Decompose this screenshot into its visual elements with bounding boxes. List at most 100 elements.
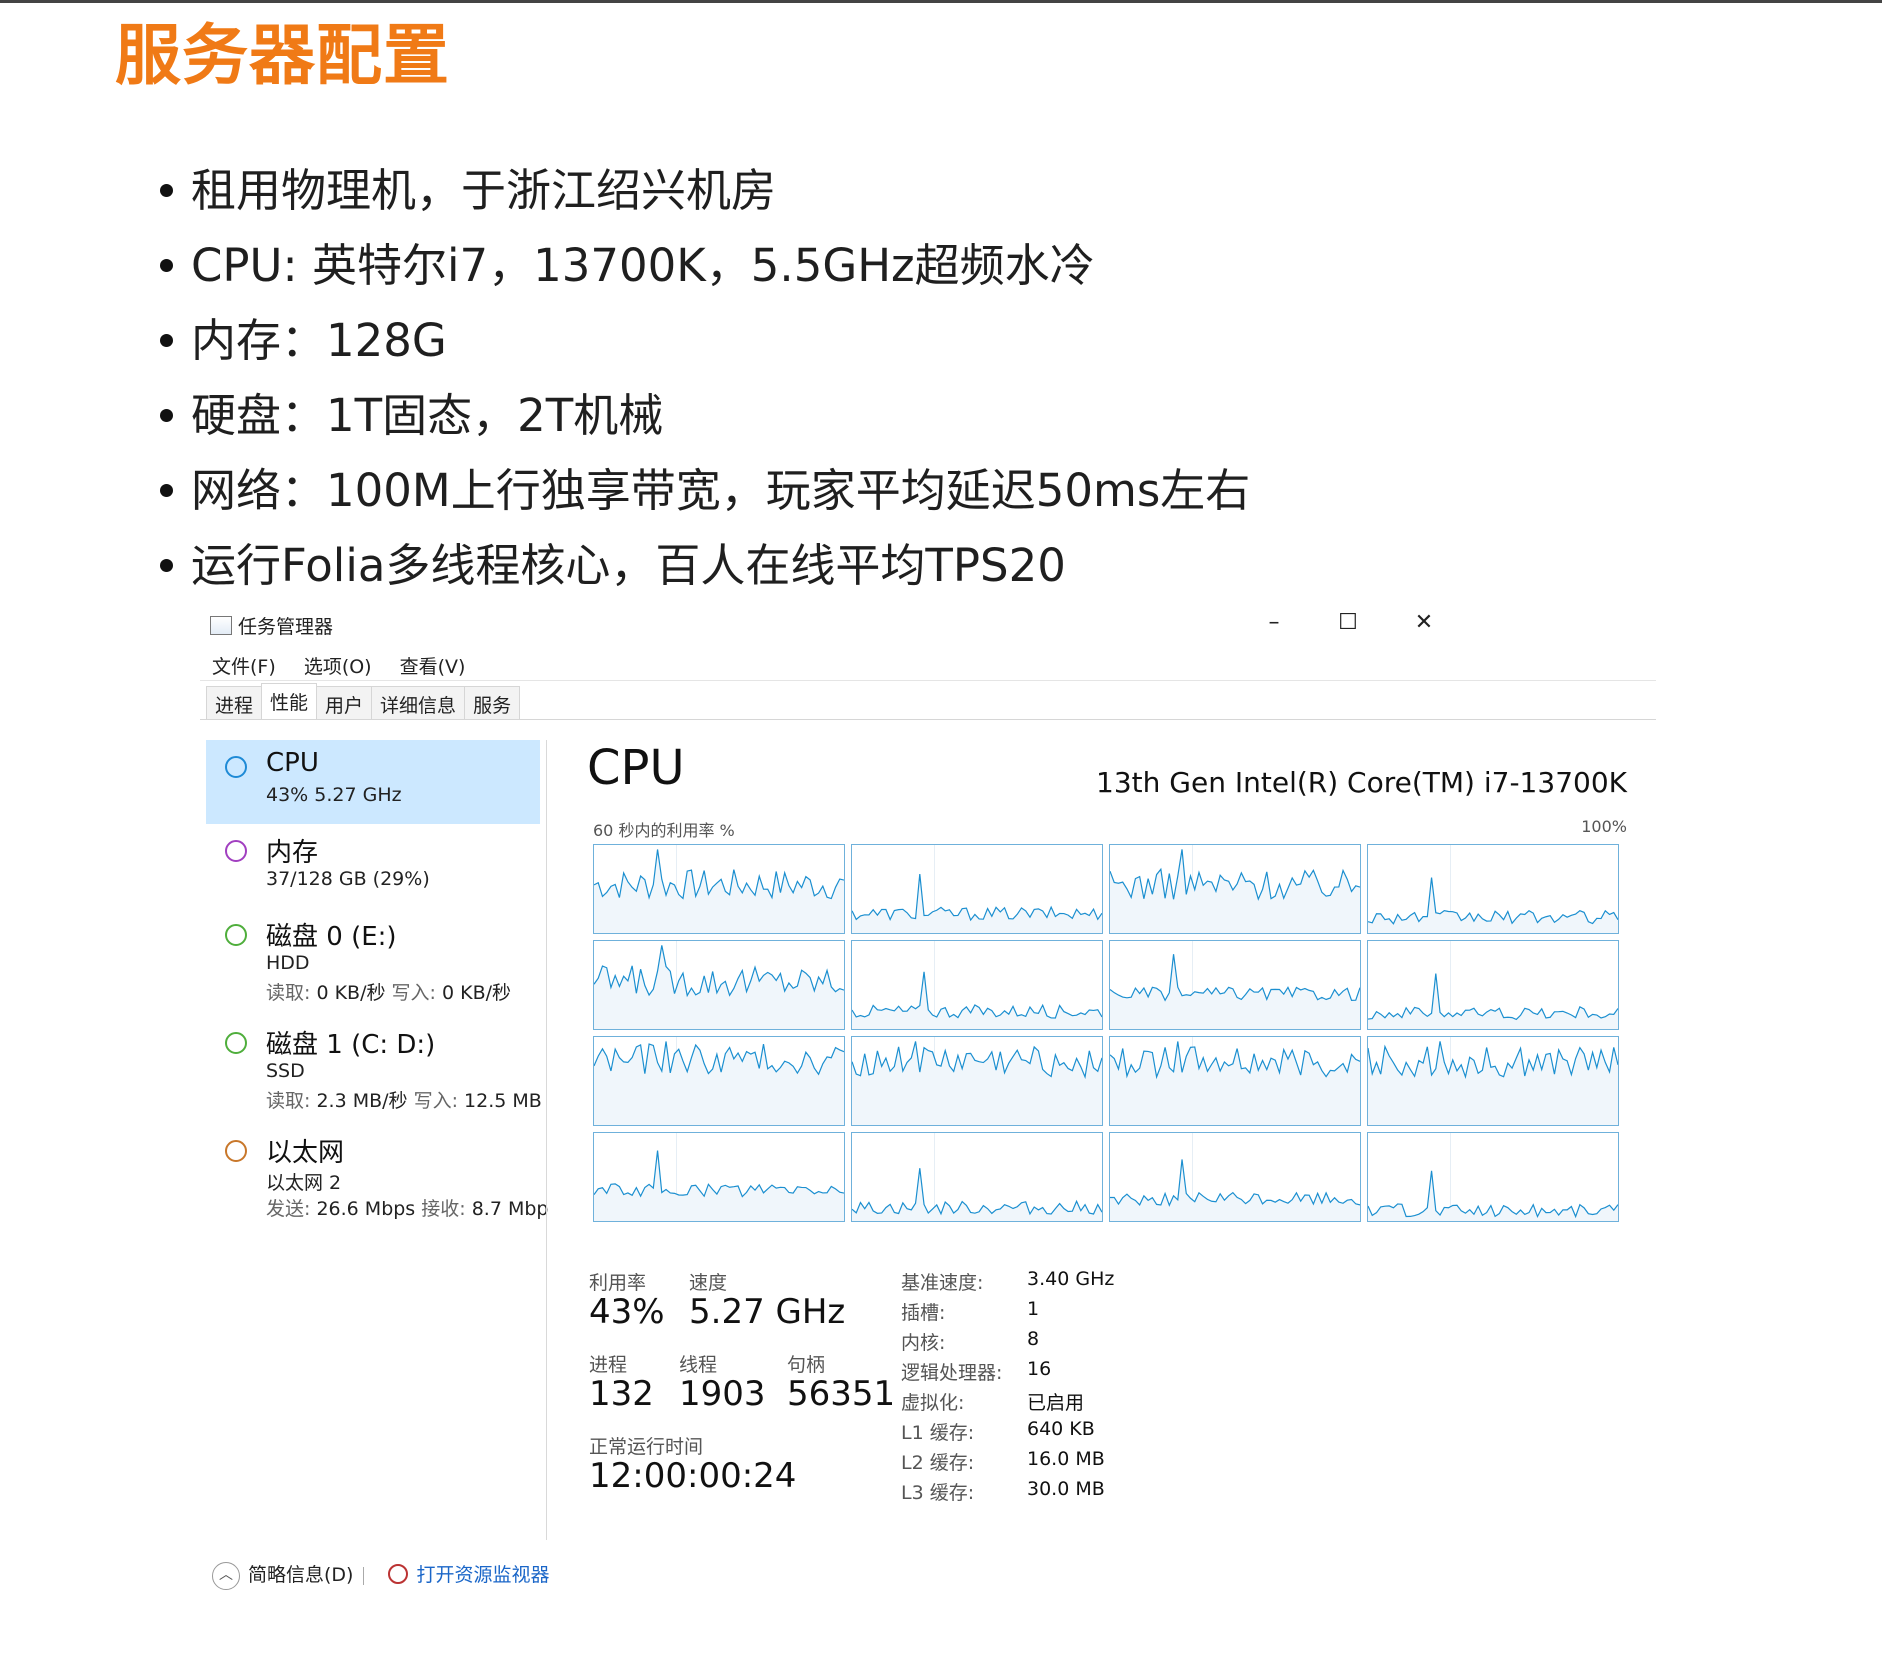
handles-label: 句柄 (787, 1354, 826, 1376)
tab-processes[interactable]: 进程 (206, 686, 263, 720)
speed-label: 速度 (689, 1272, 728, 1294)
resource-monitor-icon (388, 1563, 409, 1584)
core-graph (851, 1132, 1103, 1222)
bullet-item: CPU: 英特尔i7，13700K，5.5GHz超频水冷 (160, 233, 1250, 308)
info-key: L1 缓存: (901, 1422, 975, 1444)
resource-adapter: 以太网 2 (266, 1172, 342, 1194)
core-graph (1109, 1132, 1361, 1222)
threads-label: 线程 (679, 1354, 718, 1376)
close-button[interactable]: ✕ (1404, 610, 1444, 636)
info-key: L3 缓存: (901, 1482, 975, 1504)
resource-ethernet[interactable]: 以太网 以太网 2 发送: 26.6 Mbps 接收: 8.7 Mbp (206, 1124, 549, 1232)
info-value: 16.0 MB (1027, 1448, 1105, 1470)
core-usage-line (852, 873, 1102, 922)
resource-memory[interactable]: 内存 37/128 GB (29%) (206, 824, 540, 908)
graph-axis-label: 60 秒内的利用率 % (593, 821, 735, 840)
core-graph (593, 1132, 845, 1222)
bullet-dot-icon (160, 558, 173, 572)
divider (200, 680, 1656, 681)
cpu-model: 13th Gen Intel(R) Core(TM) i7-13700K (1096, 766, 1627, 799)
maximize-button[interactable]: ☐ (1328, 610, 1368, 636)
info-key: 基准速度: (901, 1272, 984, 1294)
resource-name: 内存 (266, 838, 319, 868)
slide-title: 服务器配置 (115, 17, 450, 94)
tab-users[interactable]: 用户 (316, 686, 373, 720)
core-graph (1367, 1132, 1619, 1222)
info-key: 虚拟化: (901, 1392, 965, 1414)
window-titlebar: 任务管理器 (210, 612, 333, 639)
tab-performance[interactable]: 性能 (261, 683, 318, 719)
core-graph (851, 844, 1103, 934)
footer-bar: ︿ 简略信息(D) 打开资源监视器 (212, 1560, 549, 1590)
bullet-dot-icon (160, 258, 173, 272)
menu-bar: 文件(F) 选项(O) 查看(V) (212, 652, 487, 679)
disk-circle-icon (225, 924, 247, 946)
info-key: L2 缓存: (901, 1452, 975, 1474)
task-manager-window: 任务管理器 – ☐ ✕ 文件(F) 选项(O) 查看(V) 进程 性能 用户 详… (200, 602, 1660, 1622)
info-value: 30.0 MB (1027, 1478, 1105, 1500)
graph-axis-max: 100% (1581, 817, 1627, 836)
core-graph (1367, 1036, 1619, 1126)
core-graph (851, 940, 1103, 1030)
resource-detail: 37/128 GB (29%) (266, 868, 430, 890)
bullet-item: 内存：128G (160, 308, 1250, 383)
processes-value: 132 (589, 1374, 654, 1414)
core-graph (1367, 940, 1619, 1030)
resource-disk-1[interactable]: 磁盘 1 (C: D:) SSD 读取: 2.3 MB/秒 写入: 12.5 M… (206, 1016, 542, 1124)
core-graph (1109, 844, 1361, 934)
bullet-list: 租用物理机，于浙江绍兴机房 CPU: 英特尔i7，13700K，5.5GHz超频… (160, 158, 1250, 608)
chevron-up-icon[interactable]: ︿ (212, 1561, 240, 1590)
menu-file[interactable]: 文件(F) (212, 656, 276, 678)
info-value: 16 (1027, 1358, 1052, 1380)
task-manager-icon (210, 616, 232, 635)
bullet-item: 租用物理机，于浙江绍兴机房 (160, 158, 1250, 233)
core-graph (851, 1036, 1103, 1126)
info-key: 逻辑处理器: (901, 1362, 1003, 1384)
tab-services[interactable]: 服务 (464, 686, 521, 720)
core-graph (593, 844, 845, 934)
divider (363, 1566, 365, 1585)
divider (200, 719, 1656, 720)
util-value: 43% (589, 1292, 665, 1332)
bullet-dot-icon (160, 483, 173, 497)
cpu-panel: CPU 13th Gen Intel(R) Core(TM) i7-13700K… (583, 740, 1633, 1600)
resource-name: CPU (266, 748, 319, 778)
info-value: 640 KB (1027, 1418, 1095, 1440)
resource-name: 磁盘 0 (E:) (266, 922, 397, 952)
core-graph (1109, 1036, 1361, 1126)
util-label: 利用率 (589, 1272, 647, 1294)
info-value: 3.40 GHz (1027, 1268, 1115, 1290)
resource-io: 发送: 26.6 Mbps 接收: 8.7 Mbp (266, 1198, 549, 1220)
bullet-dot-icon (160, 183, 173, 197)
cpu-circle-icon (225, 756, 247, 778)
info-key: 内核: (901, 1332, 946, 1354)
memory-circle-icon (225, 840, 247, 862)
resource-type: HDD (266, 952, 310, 974)
panel-divider (546, 740, 547, 1540)
processes-label: 进程 (589, 1354, 628, 1376)
brief-info-button[interactable]: 简略信息(D) (248, 1564, 353, 1586)
bullet-item: 网络：100M上行独享带宽，玩家平均延迟50ms左右 (160, 458, 1250, 533)
tab-details[interactable]: 详细信息 (371, 686, 466, 720)
resource-io: 读取: 0 KB/秒 写入: 0 KB/秒 (266, 982, 512, 1004)
resource-disk-0[interactable]: 磁盘 0 (E:) HDD 读取: 0 KB/秒 写入: 0 KB/秒 (206, 908, 540, 1016)
core-graph (593, 1036, 845, 1126)
open-resource-monitor-link[interactable]: 打开资源监视器 (416, 1564, 549, 1586)
uptime-label: 正常运行时间 (589, 1436, 704, 1458)
minimize-button[interactable]: – (1254, 610, 1294, 636)
resource-cpu[interactable]: CPU 43% 5.27 GHz (206, 740, 540, 824)
menu-options[interactable]: 选项(O) (304, 656, 372, 678)
threads-value: 1903 (679, 1374, 766, 1414)
core-graph (593, 940, 845, 1030)
resource-detail: 43% 5.27 GHz (266, 784, 402, 806)
resource-sidebar: CPU 43% 5.27 GHz 内存 37/128 GB (29%) 磁盘 0… (206, 740, 549, 1540)
info-value: 已启用 (1027, 1392, 1085, 1414)
bullet-item: 运行Folia多线程核心，百人在线平均TPS20 (160, 533, 1250, 608)
info-value: 8 (1027, 1328, 1040, 1350)
bullet-item: 硬盘：1T固态，2T机械 (160, 383, 1250, 458)
resource-name: 以太网 (266, 1138, 345, 1168)
core-graph (1367, 844, 1619, 934)
menu-view[interactable]: 查看(V) (400, 656, 466, 678)
uptime-value: 12:00:00:24 (589, 1456, 797, 1496)
disk-circle-icon (225, 1032, 247, 1054)
